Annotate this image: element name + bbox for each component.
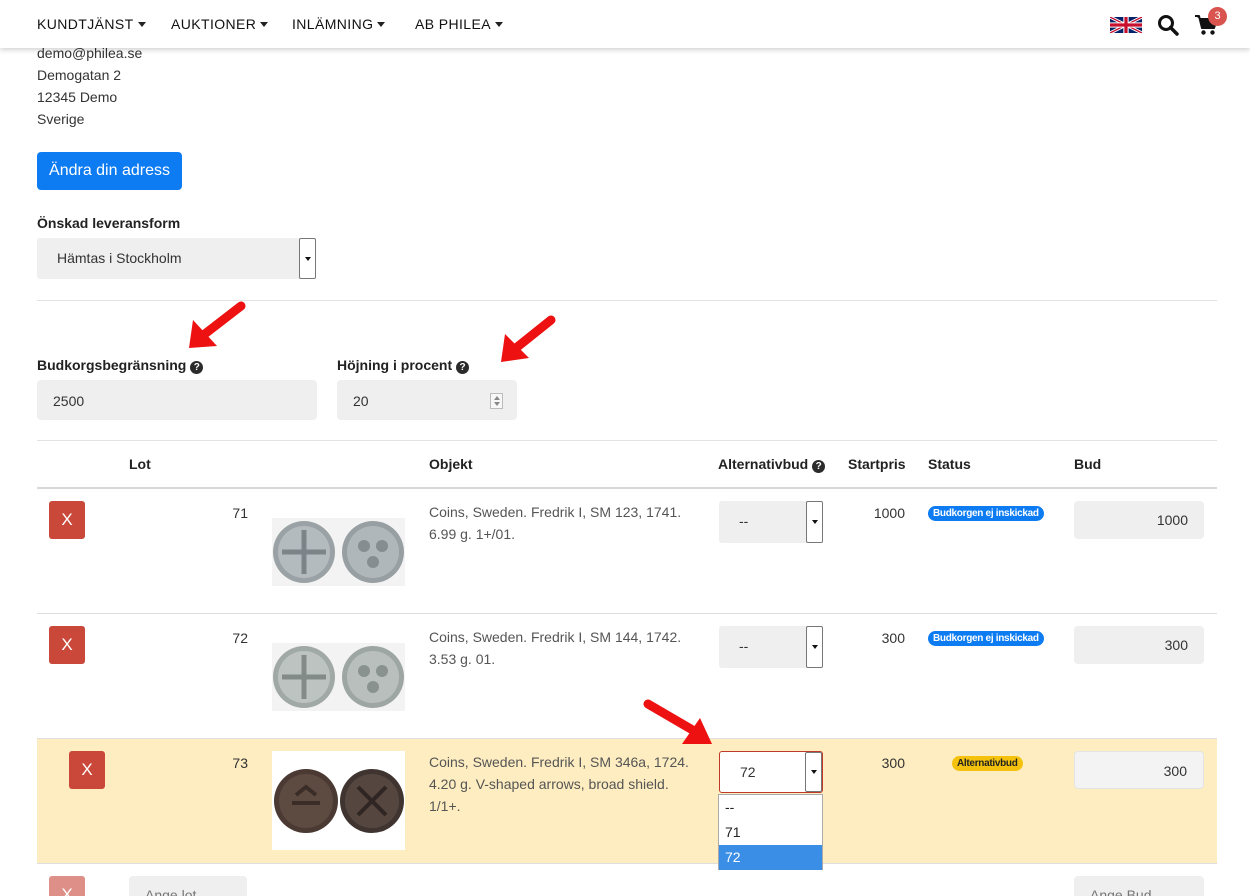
search-icon[interactable] — [1157, 14, 1179, 36]
header-alternativbud: Alternativbud — [718, 456, 809, 472]
lot-number: 71 — [232, 505, 248, 521]
address-postal: 12345 Demo — [37, 89, 118, 105]
remove-row-button[interactable]: X — [49, 876, 85, 896]
nav-label: INLÄMNING — [292, 16, 374, 32]
increase-label-wrap: Höjning i procent? — [337, 357, 470, 374]
question-circle-icon[interactable]: ? — [456, 361, 470, 374]
bid-value: 300 — [1163, 763, 1187, 779]
limit-input[interactable]: 2500 — [37, 380, 317, 420]
alternativbud-value: 72 — [740, 764, 756, 780]
header-bud: Bud — [1074, 456, 1102, 472]
delivery-label: Önskad leveransform — [37, 215, 181, 231]
caret-down-icon — [137, 22, 146, 27]
alternativbud-value: -- — [739, 638, 749, 654]
nav-ab-philea[interactable]: AB PHILEA — [415, 16, 503, 32]
delivery-value: Hämtas i Stockholm — [57, 250, 182, 266]
limit-label: Budkorgsbegränsning — [37, 357, 187, 373]
chevron-down-icon — [805, 752, 822, 792]
question-circle-icon[interactable]: ? — [812, 460, 826, 473]
alternativbud-select[interactable]: -- — [719, 501, 823, 543]
alternativbud-select[interactable]: -- — [719, 626, 823, 668]
remove-row-button[interactable]: X — [69, 751, 105, 789]
header-objekt: Objekt — [429, 456, 473, 472]
alternativbud-dropdown-list: -- 71 72 — [718, 794, 823, 870]
lot-number: 73 — [232, 755, 248, 771]
alternativbud-value: -- — [739, 513, 749, 529]
header-alternativbud-wrap: Alternativbud? — [718, 456, 826, 473]
object-description: Coins, Sweden. Fredrik I, SM 123, 1741. … — [429, 504, 682, 542]
change-address-button[interactable]: Ändra din adress — [37, 152, 182, 190]
coin-image[interactable] — [272, 643, 405, 711]
divider — [37, 440, 1217, 441]
alternativbud-select-open[interactable]: 72 — [719, 751, 823, 793]
start-price: 1000 — [873, 505, 905, 521]
address-street: Demogatan 2 — [37, 67, 122, 83]
caret-down-icon — [260, 22, 269, 27]
header-startpris: Startpris — [848, 456, 906, 472]
increase-value: 20 — [353, 393, 369, 409]
limit-label-wrap: Budkorgsbegränsning? — [37, 357, 204, 374]
header-lot: Lot — [129, 456, 151, 472]
increase-label: Höjning i procent — [337, 357, 453, 373]
start-price: 300 — [881, 630, 905, 646]
cart-count-badge: 3 — [1208, 7, 1227, 26]
status-badge: Budkorgen ej inskickad — [928, 506, 1044, 521]
delivery-select[interactable]: Hämtas i Stockholm — [37, 238, 316, 279]
header-status: Status — [928, 456, 971, 472]
uk-flag-icon[interactable] — [1110, 17, 1142, 33]
chevron-down-icon — [299, 238, 316, 279]
nav-kundtjanst[interactable]: KUNDTJÄNST — [37, 16, 146, 32]
bid-input[interactable]: 1000 — [1074, 501, 1204, 539]
nav-label: KUNDTJÄNST — [37, 16, 134, 32]
new-lot-input[interactable] — [129, 876, 247, 896]
dropdown-option[interactable]: 71 — [719, 820, 822, 845]
nav-inlamning[interactable]: INLÄMNING — [292, 16, 386, 32]
annotation-arrow-icon — [189, 301, 246, 348]
coin-image[interactable] — [272, 518, 405, 586]
top-navbar: KUNDTJÄNST AUKTIONER INLÄMNING AB PHILEA… — [0, 0, 1250, 48]
limit-value: 2500 — [53, 393, 85, 409]
annotation-arrow-icon — [643, 699, 712, 744]
object-description: Coins, Sweden. Fredrik I, SM 346a, 1724.… — [429, 754, 689, 814]
status-badge: Alternativbud — [952, 756, 1023, 771]
bid-input[interactable]: 300 — [1074, 626, 1204, 664]
bid-input[interactable]: 300 — [1074, 751, 1204, 789]
lot-number: 72 — [232, 630, 248, 646]
nav-label: AB PHILEA — [415, 16, 491, 32]
dropdown-option[interactable]: -- — [719, 795, 822, 820]
remove-row-button[interactable]: X — [49, 626, 85, 664]
annotation-arrow-icon — [501, 315, 556, 362]
increase-input[interactable]: 20 — [337, 380, 517, 420]
remove-row-button[interactable]: X — [49, 501, 85, 539]
question-circle-icon[interactable]: ? — [190, 361, 204, 374]
new-bid-input[interactable] — [1074, 876, 1204, 896]
bid-value: 1000 — [1156, 512, 1188, 528]
object-description: Coins, Sweden. Fredrik I, SM 144, 1742. … — [429, 629, 682, 667]
coin-image[interactable] — [272, 751, 405, 850]
caret-down-icon — [377, 22, 386, 27]
address-country: Sverige — [37, 111, 85, 127]
nav-auktioner[interactable]: AUKTIONER — [171, 16, 269, 32]
caret-down-icon — [494, 22, 503, 27]
bid-value: 300 — [1164, 637, 1188, 653]
nav-label: AUKTIONER — [171, 16, 257, 32]
dropdown-option-selected[interactable]: 72 — [719, 845, 822, 870]
chevron-down-icon — [806, 501, 823, 543]
chevron-down-icon — [806, 626, 823, 668]
status-badge: Budkorgen ej inskickad — [928, 631, 1044, 646]
number-spinner[interactable] — [490, 393, 503, 409]
start-price: 300 — [881, 755, 905, 771]
